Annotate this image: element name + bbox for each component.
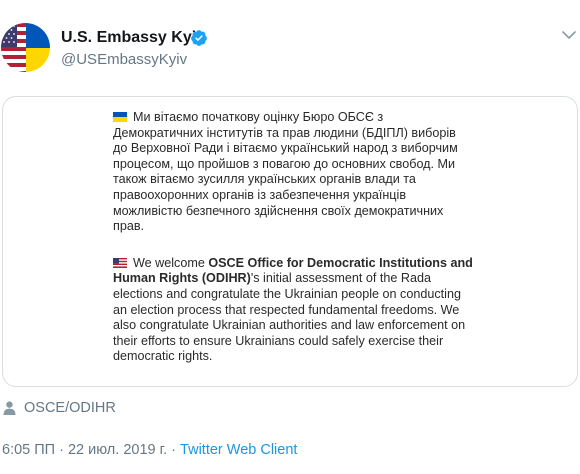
author-handle[interactable]: @USEmbassyKyiv <box>61 51 187 68</box>
tweet-client-link[interactable]: Twitter Web Client <box>180 442 297 458</box>
tagged-account-label[interactable]: OSCE/ODIHR <box>24 400 116 416</box>
ukrainian-paragraph: Ми вітаємо початкову оцінку Бюро ОБСЄ з … <box>113 110 473 235</box>
chevron-down-icon[interactable] <box>562 30 576 40</box>
author-name[interactable]: U.S. Embassy Kyiv <box>61 29 205 47</box>
tagged-account: OSCE/ODIHR <box>3 399 116 417</box>
image-text: Ми вітаємо початкову оцінку Бюро ОБСЄ з … <box>113 110 473 365</box>
tweet-date[interactable]: 22 июл. 2019 г. <box>68 442 167 458</box>
ukraine-flag-icon <box>113 112 127 122</box>
person-icon <box>3 401 16 415</box>
avatar[interactable] <box>1 23 50 72</box>
ukrainian-text: Ми вітаємо початкову оцінку Бюро ОБСЄ з … <box>113 110 458 234</box>
english-text-prefix: We welcome <box>133 255 209 270</box>
tweet: U.S. Embassy Kyiv @USEmbassyKyiv Ми віта… <box>0 0 580 474</box>
verified-badge-icon <box>191 30 207 46</box>
meta-separator: · <box>55 442 68 458</box>
us-ukraine-flag-avatar <box>1 23 50 72</box>
meta-separator: · <box>167 442 181 458</box>
tweet-metadata: 6:05 ПП · 22 июл. 2019 г. · Twitter Web … <box>2 442 297 458</box>
attached-image[interactable]: Ми вітаємо початкову оцінку Бюро ОБСЄ з … <box>2 96 578 387</box>
us-flag-icon <box>113 257 127 268</box>
tweet-time[interactable]: 6:05 ПП <box>2 442 55 458</box>
english-paragraph: We welcome OSCE Office for Democratic In… <box>113 256 473 365</box>
